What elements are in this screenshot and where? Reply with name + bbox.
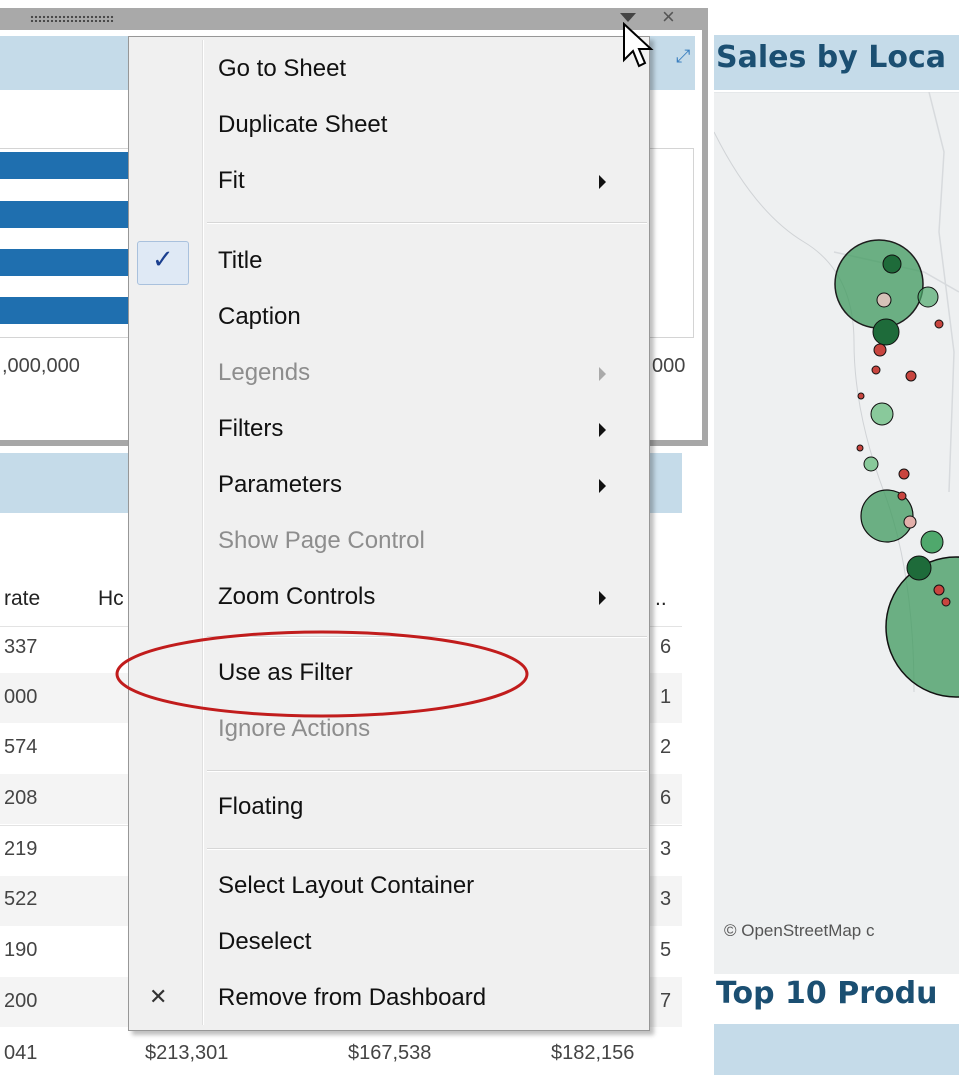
map-bubbles <box>714 92 959 698</box>
map-attribution[interactable]: © OpenStreetMap c <box>724 921 875 941</box>
table-cell: 522 <box>4 888 38 910</box>
checkmark-box: ✓ <box>137 241 189 285</box>
highlight-ellipse <box>115 630 529 718</box>
menu-separator <box>207 848 647 850</box>
checkmark-icon: ✓ <box>152 244 174 274</box>
table-cell: 190 <box>4 939 38 961</box>
map-sheet-title[interactable]: Sales by Loca <box>716 40 946 75</box>
menu-item-floating[interactable]: Floating <box>129 781 649 837</box>
menu-item-label: Fit <box>218 167 245 194</box>
menu-item-filters[interactable]: Filters <box>129 403 649 459</box>
menu-separator <box>207 770 647 772</box>
menu-item-deselect[interactable]: Deselect <box>129 916 649 972</box>
menu-item-label: Remove from Dashboard <box>218 984 487 1011</box>
table-cell: 3 <box>660 888 672 910</box>
submenu-arrow-icon <box>599 175 606 189</box>
table-cell: 208 <box>4 787 38 809</box>
table-cell: 7 <box>660 990 672 1012</box>
table-cell: $182,156 <box>551 1042 635 1064</box>
table-cell: 200 <box>4 990 38 1012</box>
chart-bar[interactable] <box>0 152 130 179</box>
submenu-arrow-icon <box>599 479 606 493</box>
column-header[interactable]: .. <box>655 587 667 611</box>
chart-bar[interactable] <box>0 249 130 276</box>
cursor-pointer-icon <box>623 22 654 68</box>
axis-tick-label: ,000,000 <box>2 355 80 377</box>
chart-bar[interactable] <box>0 297 130 324</box>
map-view[interactable] <box>714 92 959 974</box>
menu-item-label: Filters <box>218 415 284 442</box>
chart-bar[interactable] <box>0 201 130 228</box>
column-header[interactable]: Hc <box>98 587 124 611</box>
table-cell: 041 <box>4 1042 38 1064</box>
menu-item-select-layout-container[interactable]: Select Layout Container <box>129 860 649 916</box>
menu-item-label: Select Layout Container <box>218 872 475 899</box>
table-cell: 6 <box>660 787 672 809</box>
expand-icon[interactable]: ⤢ <box>676 46 696 66</box>
menu-item-go-to-sheet[interactable]: Go to Sheet <box>129 43 649 99</box>
close-icon[interactable]: × <box>662 6 675 28</box>
menu-item-legends: Legends <box>129 347 649 403</box>
remove-x-icon: ✕ <box>149 984 168 1009</box>
top10-title-band <box>714 1024 959 1075</box>
menu-item-label: Title <box>218 247 263 274</box>
submenu-arrow-icon <box>599 591 606 605</box>
menu-separator <box>207 222 647 224</box>
menu-item-label: Legends <box>218 359 311 386</box>
menu-item-label: Caption <box>218 303 301 330</box>
table-cell: 3 <box>660 838 672 860</box>
table-cell: 574 <box>4 736 38 758</box>
top10-sheet-title[interactable]: Top 10 Produ <box>716 976 937 1011</box>
menu-item-fit[interactable]: Fit <box>129 155 649 211</box>
column-header[interactable]: rate <box>4 587 40 611</box>
menu-item-label: Duplicate Sheet <box>218 111 388 138</box>
submenu-arrow-icon <box>599 423 606 437</box>
menu-item-duplicate-sheet[interactable]: Duplicate Sheet <box>129 99 649 155</box>
submenu-arrow-icon <box>599 367 606 381</box>
table-cell: $167,538 <box>348 1042 432 1064</box>
table-cell: 1 <box>660 686 672 708</box>
menu-item-parameters[interactable]: Parameters <box>129 459 649 515</box>
menu-item-label: Deselect <box>218 928 312 955</box>
menu-item-zoom-controls[interactable]: Zoom Controls <box>129 571 649 627</box>
table-cell: 5 <box>660 939 672 961</box>
table-cell: 000 <box>4 686 38 708</box>
table-cell: 2 <box>660 736 672 758</box>
axis-tick-label: 000 <box>652 355 686 377</box>
menu-item-label: Parameters <box>218 471 343 498</box>
table-cell: 219 <box>4 838 38 860</box>
menu-item-remove-from-dashboard[interactable]: ✕ Remove from Dashboard <box>129 972 649 1028</box>
grip-handle-icon[interactable] <box>30 15 114 22</box>
table-cell: $213,301 <box>145 1042 229 1064</box>
caret-down-icon[interactable] <box>620 13 636 22</box>
menu-item-label: Show Page Control <box>218 527 425 554</box>
menu-item-show-page-control: Show Page Control <box>129 515 649 571</box>
table-cell: 6 <box>660 636 672 658</box>
menu-item-title[interactable]: ✓ Title <box>129 235 649 291</box>
table-cell: 337 <box>4 636 38 658</box>
menu-item-label: Go to Sheet <box>218 55 347 82</box>
menu-item-caption[interactable]: Caption <box>129 291 649 347</box>
menu-item-label: Floating <box>218 793 304 820</box>
menu-item-label: Zoom Controls <box>218 583 376 610</box>
